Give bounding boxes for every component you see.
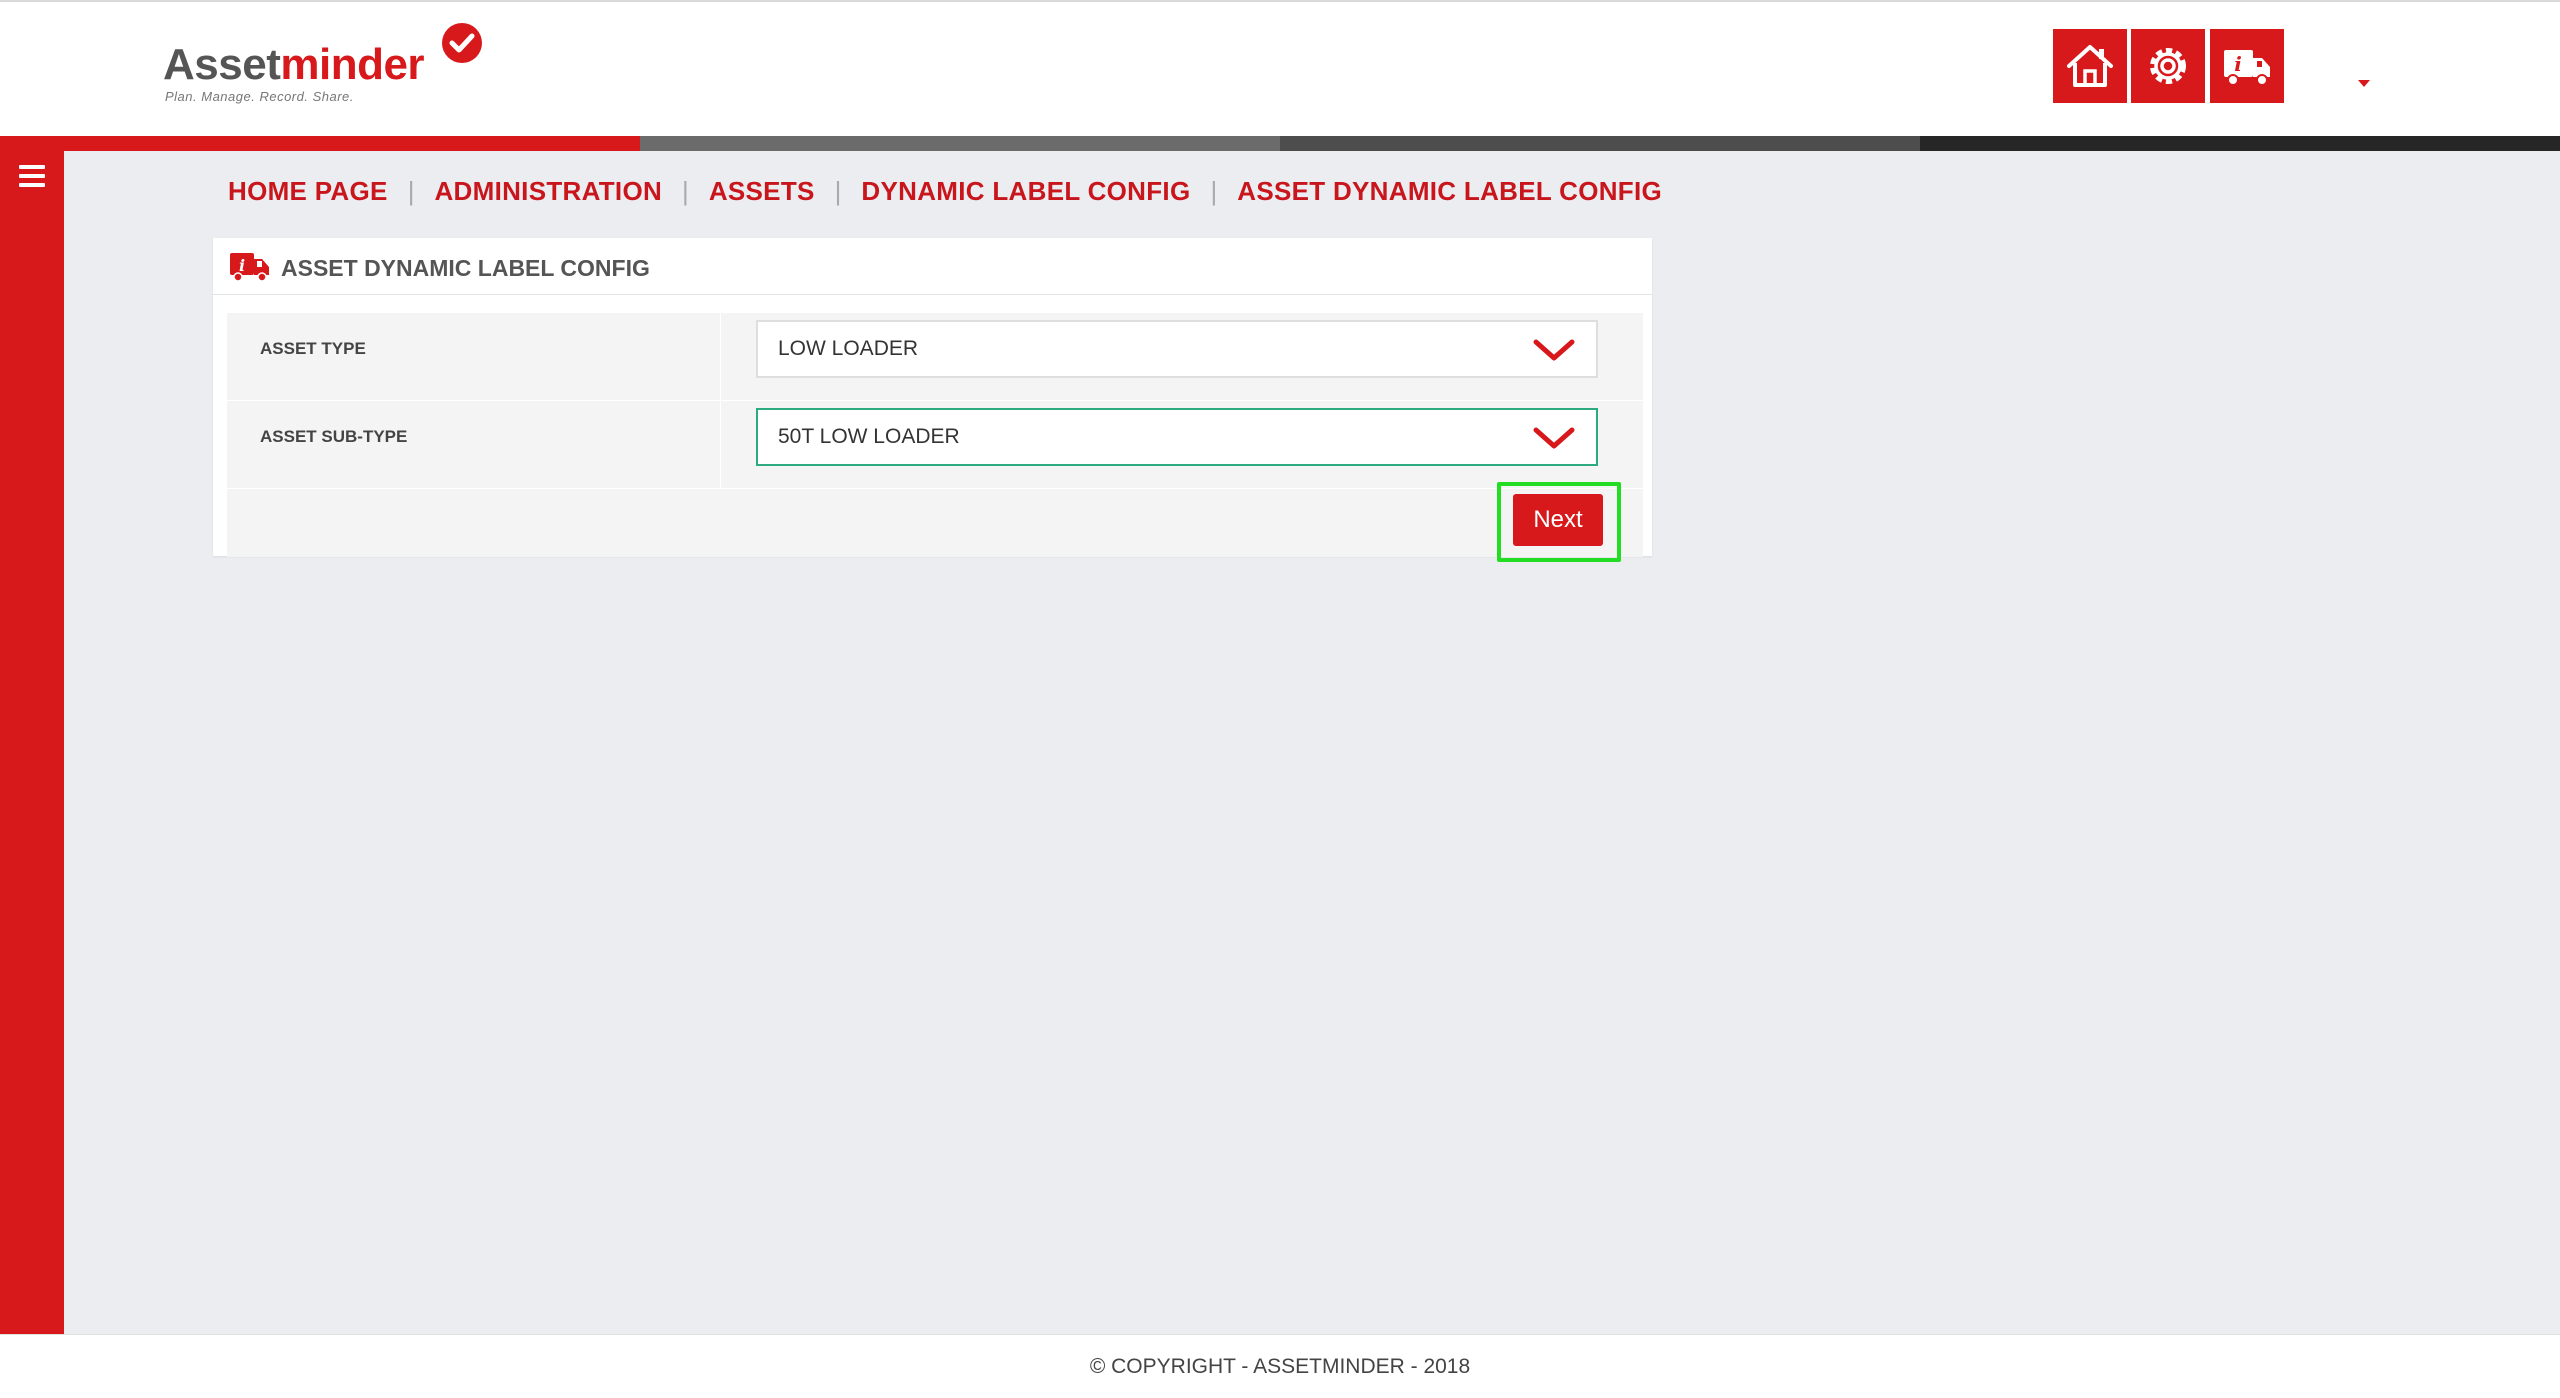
asset-info-button[interactable]: i [2210, 29, 2284, 103]
checkmark-badge-icon [442, 23, 482, 63]
app-header: Assetminder Plan. Manage. Record. Share. [0, 0, 2560, 136]
asset-sub-type-label: ASSET SUB-TYPE [260, 427, 408, 446]
config-panel: i ASSET DYNAMIC LABEL CONFIG ASSET TYPE … [213, 238, 1652, 562]
breadcrumb: HOME PAGE | ADMINISTRATION | ASSETS | DY… [228, 176, 1662, 207]
home-button[interactable] [2053, 29, 2127, 103]
band-segment-3 [1280, 136, 1920, 151]
asset-type-label: ASSET TYPE [260, 339, 366, 358]
label-cell: ASSET TYPE [227, 313, 721, 401]
breadcrumb-separator: | [407, 176, 415, 206]
logo-wordmark: Assetminder [163, 40, 425, 89]
copyright-text: © COPYRIGHT - ASSETMINDER - 2018 [1089, 1355, 1471, 1378]
panel-header: i ASSET DYNAMIC LABEL CONFIG [213, 238, 1652, 295]
breadcrumb-administration[interactable]: ADMINISTRATION [434, 176, 662, 207]
band-segment-1 [0, 136, 640, 151]
header-color-band [0, 136, 2560, 151]
home-icon [2067, 45, 2113, 87]
config-form: ASSET TYPE LOW LOADER ASSET SUB-TYPE 50T… [227, 313, 1643, 562]
chevron-down-icon [1533, 427, 1575, 449]
band-segment-4 [1920, 136, 2560, 151]
breadcrumb-separator: | [1210, 176, 1218, 206]
band-segment-2 [640, 136, 1280, 151]
logo-tagline: Plan. Manage. Record. Share. [165, 89, 354, 104]
form-row-asset-sub-type: ASSET SUB-TYPE 50T LOW LOADER [227, 401, 1643, 489]
breadcrumb-dynamic-label-config[interactable]: DYNAMIC LABEL CONFIG [861, 176, 1190, 207]
sidebar [0, 151, 64, 1334]
assetminder-logo[interactable]: Assetminder Plan. Manage. Record. Share. [163, 22, 503, 112]
panel-title: ASSET DYNAMIC LABEL CONFIG [281, 255, 650, 281]
asset-sub-type-value: 50T LOW LOADER [778, 425, 960, 448]
next-button[interactable]: Next [1513, 494, 1603, 546]
truck-info-icon: i [230, 253, 269, 282]
settings-button[interactable] [2131, 29, 2205, 103]
breadcrumb-asset-dynamic-label-config[interactable]: ASSET DYNAMIC LABEL CONFIG [1237, 176, 1662, 207]
chevron-down-icon [1533, 339, 1575, 361]
asset-type-select[interactable]: LOW LOADER [756, 320, 1598, 378]
form-actions: Next [227, 482, 1643, 562]
breadcrumb-separator: | [834, 176, 842, 206]
svg-text:i: i [2234, 52, 2242, 76]
user-menu-caret[interactable] [2358, 80, 2370, 87]
asset-sub-type-select[interactable]: 50T LOW LOADER [756, 408, 1598, 466]
svg-text:i: i [239, 256, 245, 275]
breadcrumb-home-page[interactable]: HOME PAGE [228, 176, 388, 207]
breadcrumb-separator: | [682, 176, 689, 206]
footer: © COPYRIGHT - ASSETMINDER - 2018 [0, 1334, 2560, 1398]
form-row-asset-type: ASSET TYPE LOW LOADER [227, 313, 1643, 401]
truck-info-icon: i [2224, 50, 2270, 86]
hamburger-menu-icon[interactable] [19, 165, 45, 189]
asset-type-value: LOW LOADER [778, 337, 919, 360]
settings-icon [2150, 48, 2186, 84]
breadcrumb-assets[interactable]: ASSETS [709, 176, 815, 207]
label-cell: ASSET SUB-TYPE [227, 401, 721, 489]
